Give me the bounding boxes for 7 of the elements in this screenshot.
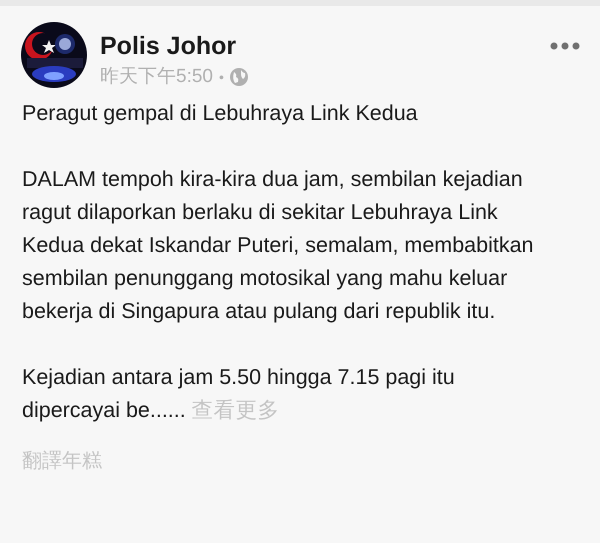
author-name[interactable]: Polis Johor — [100, 31, 248, 61]
globe-icon — [230, 68, 248, 86]
separator: • — [218, 68, 224, 86]
post-title: Peragut gempal di Lebuhraya Link Kedua — [22, 100, 419, 127]
post-time[interactable]: 昨天下午5:50 — [100, 65, 213, 89]
more-icon[interactable] — [550, 42, 580, 50]
post-paragraph: DALAM tempoh kira-kira dua jam, sembilan kejadian ragut dilaporkan berlaku di sekitar Lebuhraya Link Kedua dekat Iskandar Puteri, semalam, membabitkan sembilan penunggang motosikal yang mahu keluar bekerja di Singapura atau pulang dari republik itu. — [22, 166, 534, 325]
